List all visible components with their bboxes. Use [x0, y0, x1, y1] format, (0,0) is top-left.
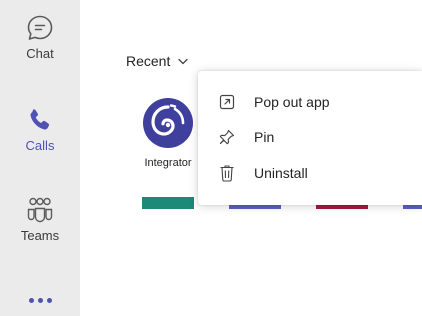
- context-menu: Pop out app Pin Uninstall: [198, 71, 422, 205]
- pop-out-icon: [218, 93, 236, 111]
- app-window: Chat Calls Teams Recent Integrator Pop o…: [0, 0, 422, 316]
- rail-item-chat[interactable]: Chat: [0, 12, 80, 62]
- recent-dropdown[interactable]: Recent: [126, 52, 189, 70]
- dot: [37, 298, 43, 303]
- teams-icon: [24, 194, 56, 226]
- menu-item-uninstall[interactable]: Uninstall: [198, 155, 422, 191]
- trash-icon: [218, 164, 236, 182]
- dot: [46, 298, 52, 303]
- app-name: Integrator: [144, 157, 192, 169]
- menu-item-label: Pop out app: [254, 94, 330, 110]
- rail-item-label: Teams: [20, 228, 60, 243]
- rail-item-label: Calls: [25, 138, 55, 153]
- rail-item-label: Chat: [26, 46, 54, 61]
- menu-item-label: Uninstall: [254, 165, 308, 181]
- menu-item-pop-out-app[interactable]: Pop out app: [198, 84, 422, 120]
- app-rail: Chat Calls Teams: [0, 0, 80, 316]
- dot: [28, 298, 34, 303]
- more-icon[interactable]: [0, 298, 80, 303]
- rail-item-calls[interactable]: Calls: [0, 104, 80, 154]
- chevron-down-icon: [178, 52, 189, 70]
- phone-icon: [24, 104, 56, 136]
- menu-item-label: Pin: [254, 129, 275, 145]
- integrator-logo-icon: [141, 96, 195, 150]
- app-card-strip: [142, 197, 194, 209]
- chat-icon: [24, 12, 56, 44]
- app-tile-integrator[interactable]: Integrator: [132, 96, 204, 169]
- rail-item-teams[interactable]: Teams: [0, 194, 80, 244]
- recent-label: Recent: [126, 53, 171, 69]
- menu-item-pin[interactable]: Pin: [198, 119, 422, 155]
- pin-icon: [218, 128, 236, 146]
